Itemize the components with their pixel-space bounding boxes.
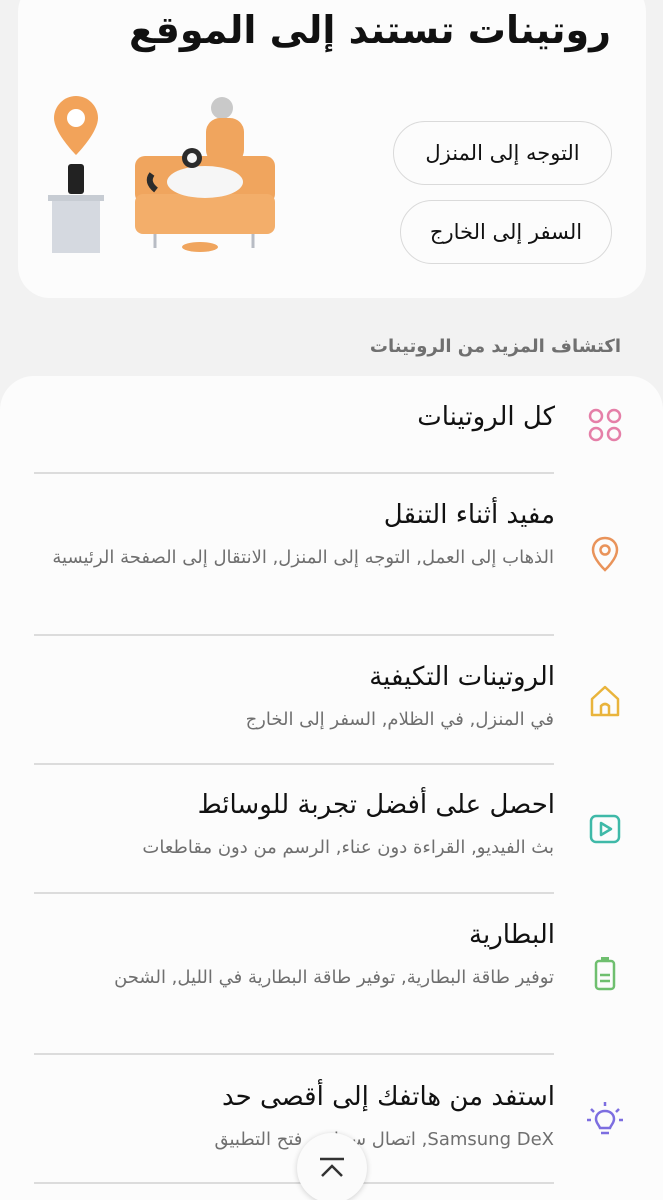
list-item-all-routines[interactable]: كل الروتينات	[34, 400, 555, 460]
divider	[34, 1182, 554, 1184]
section-label: اكتشاف المزيد من الروتينات	[369, 336, 621, 357]
divider	[34, 763, 554, 765]
phone-graphic	[68, 164, 84, 194]
divider	[34, 634, 554, 636]
list-item-subtitle: في المنزل, في الظلام, السفر إلى الخارج	[245, 709, 554, 730]
list-item-subtitle: Samsung DeX, اتصال سحابي, فتح التطبيق	[214, 1129, 554, 1150]
divider	[34, 892, 554, 894]
chevron-up-icon	[320, 1157, 344, 1177]
battery-icon	[594, 957, 616, 991]
list-item-media-experience[interactable]: احصل على أفضل تجربة للوسائط بث الفيديو, …	[34, 788, 555, 878]
location-pin-graphic	[54, 96, 98, 155]
list-item-useful-on-the-go[interactable]: مفيد أثناء التنقل الذهاب إلى العمل, التو…	[34, 498, 555, 618]
page-title: روتينات تستند إلى الموقع	[128, 8, 611, 52]
list-item-title: البطارية	[469, 920, 555, 950]
list-item-title: كل الروتينات	[417, 402, 555, 432]
list-item-phone-max[interactable]: استفد من هاتفك إلى أقصى حد Samsung DeX, …	[34, 1080, 555, 1170]
home-icon	[590, 685, 620, 717]
divider	[34, 1053, 554, 1055]
list-item-adaptive-routines[interactable]: الروتينات التكيفية في المنزل, في الظلام,…	[34, 660, 555, 750]
list-item-battery[interactable]: البطارية توفير طاقة البطارية, توفير طاقة…	[34, 918, 555, 1038]
scroll-to-top-button[interactable]	[297, 1133, 367, 1200]
chip-go-home[interactable]: التوجه إلى المنزل	[393, 121, 612, 185]
list-item-title: استفد من هاتفك إلى أقصى حد	[221, 1082, 555, 1112]
list-item-title: الروتينات التكيفية	[369, 662, 555, 692]
grid-dots-icon	[588, 408, 622, 442]
list-item-subtitle: بث الفيديو, القراءة دون عناء, الرسم من د…	[142, 837, 554, 858]
lightbulb-icon	[587, 1102, 623, 1135]
list-item-subtitle: الذهاب إلى العمل, التوجه إلى المنزل, الا…	[52, 547, 554, 568]
list-item-subtitle: توفير طاقة البطارية, توفير طاقة البطارية…	[114, 967, 554, 988]
chip-travel-abroad[interactable]: السفر إلى الخارج	[400, 200, 612, 264]
play-icon	[589, 814, 621, 844]
divider	[34, 472, 554, 474]
list-item-title: احصل على أفضل تجربة للوسائط	[197, 790, 555, 820]
location-pin-icon	[591, 536, 619, 572]
home-illustration	[48, 96, 275, 253]
list-item-title: مفيد أثناء التنقل	[383, 500, 555, 530]
